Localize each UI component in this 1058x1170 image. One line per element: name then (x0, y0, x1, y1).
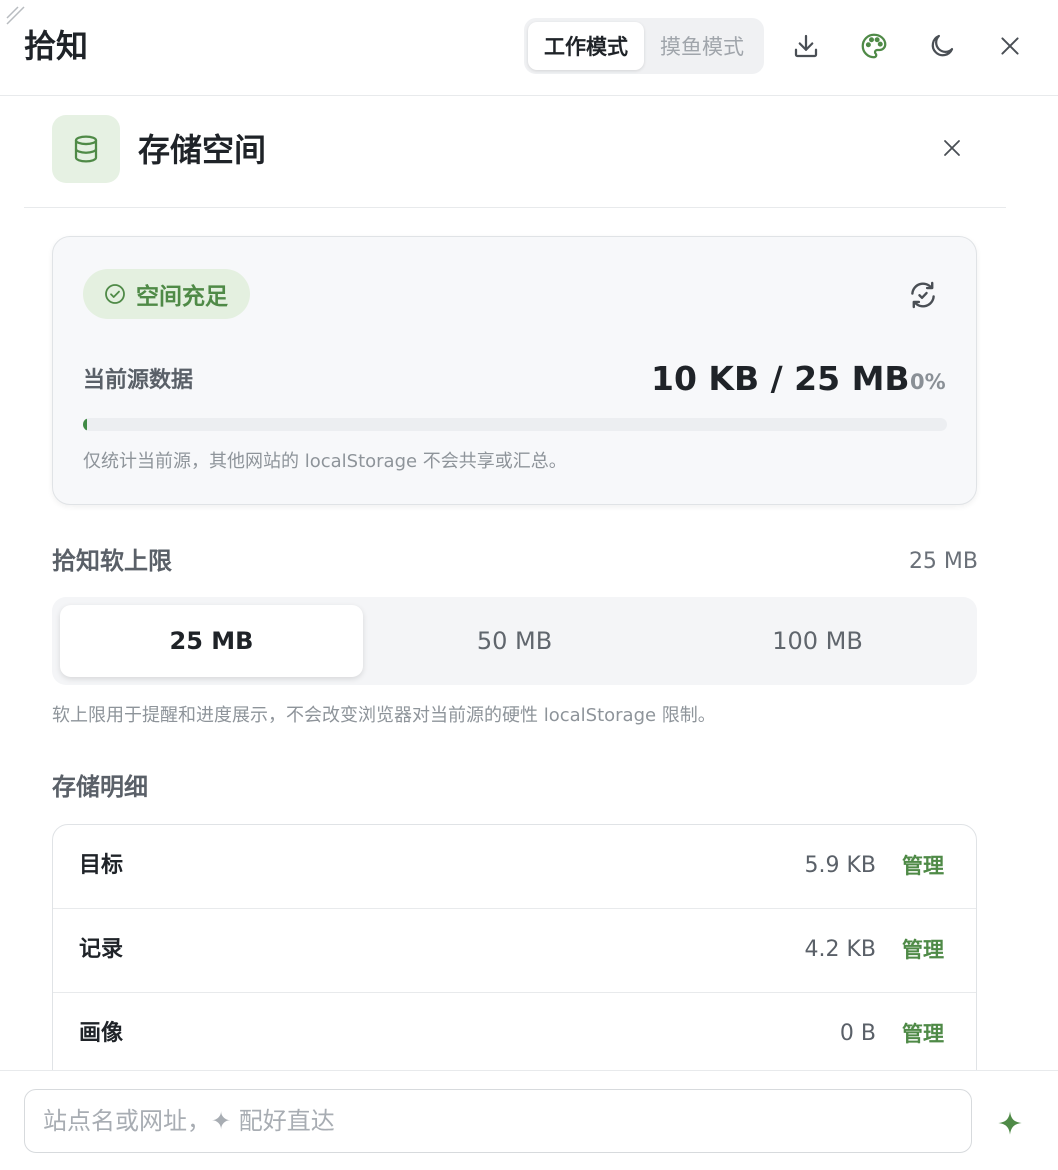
row-size: 5.9 KB (804, 853, 877, 878)
panel-icon-box (52, 115, 120, 183)
soft-limit-title: 拾知软上限 (52, 547, 172, 575)
window-close-button[interactable] (991, 27, 1029, 65)
download-icon (794, 34, 818, 58)
close-icon (1001, 37, 1019, 55)
soft-limit-current: 25 MB (908, 549, 978, 574)
status-badge: 空间充足 (83, 269, 250, 319)
top-bar: 拾知 工作模式 摸鱼模式 (0, 0, 1058, 96)
usage-value: 10 KB / 25 MB (651, 359, 910, 398)
dark-mode-button[interactable] (923, 27, 961, 65)
palette-icon (861, 33, 887, 59)
usage-progress-bar (83, 418, 947, 431)
panel-title: 存储空间 (138, 131, 267, 169)
sparkle-button[interactable] (992, 1105, 1028, 1141)
check-circle-icon (105, 284, 125, 304)
usage-card: 空间充足 当前源数据 10 KB / 25 MB 0% 仅统计当前源，其他网站的… (52, 236, 977, 505)
panel-close-button[interactable] (936, 132, 968, 164)
manage-link[interactable]: 管理 (902, 1018, 944, 1050)
status-text: 空间充足 (136, 284, 228, 310)
soft-limit-selector: 25 MB 50 MB 100 MB (52, 597, 977, 685)
refresh-icon (911, 281, 935, 309)
row-name: 记录 (79, 937, 124, 962)
table-row: 记录 4.2 KB 管理 (53, 909, 976, 993)
refresh-button[interactable] (903, 275, 943, 315)
limit-option-25mb[interactable]: 25 MB (60, 605, 363, 677)
limit-option-50mb[interactable]: 50 MB (363, 605, 666, 677)
bottom-bar (0, 1070, 1058, 1170)
row-name: 目标 (79, 853, 124, 878)
details-title: 存储明细 (52, 773, 148, 801)
usage-percent: 0% (910, 370, 946, 394)
app-title: 拾知 (24, 27, 89, 65)
soft-limit-note: 软上限用于提醒和进度展示，不会改变浏览器对当前源的硬性 localStorage… (52, 705, 716, 726)
usage-label: 当前源数据 (83, 368, 194, 393)
storage-table: 目标 5.9 KB 管理 记录 4.2 KB 管理 画像 0 B 管理 (52, 824, 977, 1086)
app-window: 拾知 工作模式 摸鱼模式 存储空间 空间充足 当前源数据 10 KB / 25 … (0, 0, 1058, 1170)
close-icon (944, 140, 960, 156)
work-mode-button[interactable]: 工作模式 (528, 22, 644, 70)
usage-note: 仅统计当前源，其他网站的 localStorage 不会共享或汇总。 (83, 451, 567, 472)
row-size: 0 B (839, 1021, 876, 1046)
limit-option-100mb[interactable]: 100 MB (666, 605, 969, 677)
row-name: 画像 (79, 1021, 124, 1046)
table-row: 目标 5.9 KB 管理 (53, 825, 976, 909)
manage-link[interactable]: 管理 (902, 934, 944, 966)
theme-palette-button[interactable] (855, 27, 893, 65)
mode-switch: 工作模式 摸鱼模式 (524, 18, 764, 74)
panel-header: 存储空间 (24, 96, 1006, 208)
database-icon (74, 135, 98, 163)
usage-progress-fill (83, 418, 87, 431)
row-size: 4.2 KB (804, 937, 877, 962)
site-search-input[interactable] (24, 1089, 972, 1153)
manage-link[interactable]: 管理 (902, 850, 944, 882)
moon-icon (931, 34, 954, 57)
sparkle-icon (998, 1111, 1022, 1135)
download-button[interactable] (787, 27, 825, 65)
slack-mode-button[interactable]: 摸鱼模式 (644, 22, 760, 70)
table-row: 画像 0 B 管理 (53, 993, 976, 1077)
